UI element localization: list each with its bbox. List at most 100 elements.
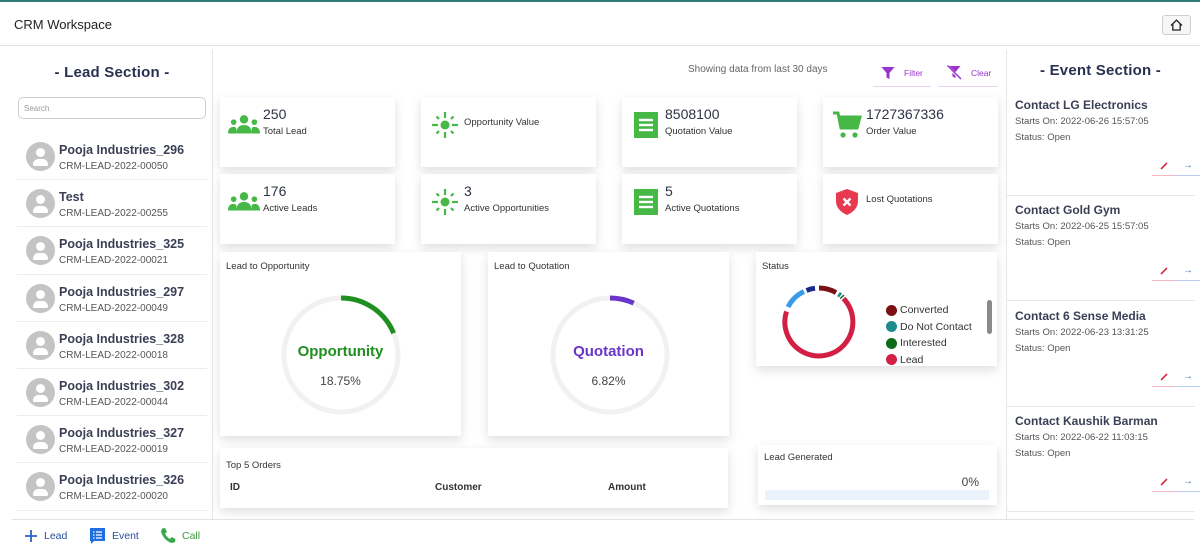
lead-list-item[interactable]: Pooja Industries_302 CRM-LEAD-2022-00044 [17,369,207,417]
lead-list-item[interactable]: Pooja Industries_327 CRM-LEAD-2022-00019 [17,416,207,464]
event-status: Status: Open [1015,343,1071,354]
call-label: Call [182,529,201,542]
lead-code: CRM-LEAD-2022-00049 [59,302,168,314]
ring-progress-arc [609,295,635,306]
lead-section-title: - Lead Section - [54,64,170,81]
event-section: - Event Section - Contact LG Electronics… [1006,50,1200,519]
pencil-icon [1160,372,1168,381]
sun-icon [429,109,461,141]
pencil-icon [1160,161,1168,170]
event-status: Status: Open [1015,132,1071,143]
event-start: Starts On: 2022-06-23 13:31:25 [1015,327,1149,338]
event-status: Status: Open [1015,448,1071,459]
open-event-button[interactable]: → [1176,156,1200,176]
lead-name: Pooja Industries_327 [59,426,185,441]
stat-card-active-leads[interactable]: 176 Active Leads [220,174,395,244]
pencil-icon [1160,477,1168,486]
stat-card-active-opportunities[interactable]: 3 Active Opportunities [421,174,596,244]
legend-item[interactable]: Interested [886,335,972,352]
avatar-icon [26,189,55,219]
lead-name: Test [59,190,84,205]
new-event-button[interactable]: Event [89,527,139,545]
phone-icon [161,528,176,543]
open-event-button[interactable]: → [1176,367,1200,387]
stat-label: Lost Quotations [866,194,933,205]
stat-card-lost-quotations[interactable]: Lost Quotations [823,174,998,244]
legend-label: Converted [900,304,949,317]
dashboard: Showing data from last 30 days Filter Cl… [214,50,1005,519]
bottom-action-bar: Lead Event Call [12,519,1194,550]
stat-card-total-lead[interactable]: 250 Total Lead [220,97,395,167]
event-name: Contact LG Electronics [1015,98,1148,112]
column-header-id: ID [230,482,240,493]
home-button[interactable] [1162,15,1191,35]
legend-scrollbar[interactable] [987,300,992,334]
shield-x-icon [831,186,863,218]
stat-card-active-quotations[interactable]: 5 Active Quotations [622,174,797,244]
lead-list-item[interactable]: Pooja Industries_297 CRM-LEAD-2022-00049 [17,275,207,322]
stat-label: Order Value [866,126,917,137]
filter-button[interactable]: Filter [873,59,931,87]
lead-code: CRM-LEAD-2022-00050 [59,161,168,172]
stat-card-order-value[interactable]: 1727367336 Order Value [823,97,998,167]
new-call-button[interactable]: Call [160,527,200,544]
lead-name: Pooja Industries_296 [59,143,185,157]
event-list-item[interactable]: Contact 6 Sense Media Starts On: 2022-06… [1007,301,1200,407]
legend-label: Do Not Contact [900,320,972,333]
event-start: Starts On: 2022-06-22 11:03:15 [1015,432,1148,443]
status-legend: Converted Do Not Contact Interested Lead [886,302,972,368]
stat-card-opportunity-value[interactable]: Opportunity Value [421,97,596,167]
legend-dot [886,321,897,333]
lead-list-item[interactable]: Pooja Industries_296 CRM-LEAD-2022-00050 [17,133,207,181]
status-donut-chart [782,285,856,359]
event-list-item[interactable]: Contact Kaushik Barman Starts On: 2022-0… [1007,406,1200,512]
lead-name: Pooja Industries_297 [59,284,185,299]
edit-event-button[interactable] [1152,261,1176,281]
status-card: Status Converted Do Not Contact Interest… [756,252,997,366]
ring-progress-arc [340,295,396,335]
stat-value: 1727367336 [866,106,944,122]
arrow-right-icon: → [1183,160,1193,171]
event-list-item[interactable]: Contact LG Electronics Starts On: 2022-0… [1007,90,1200,196]
lead-search-input[interactable] [18,97,206,119]
stat-value: 5 [665,183,673,199]
donut-segment-interested [839,294,845,300]
avatar-icon [26,472,55,502]
open-event-button[interactable]: → [1176,261,1200,281]
lead-list-item[interactable]: Pooja Industries_326 CRM-LEAD-2022-00020 [17,463,207,511]
edit-event-button[interactable] [1152,367,1176,387]
stat-value: 250 [263,106,287,122]
lead-code: CRM-LEAD-2022-00018 [59,349,168,361]
edit-event-button[interactable] [1152,156,1176,176]
receipt-icon [630,109,662,141]
legend-item[interactable]: Converted [886,302,972,319]
app-header: CRM Workspace [0,2,1200,46]
users-icon [228,186,260,218]
arrow-right-icon: → [1183,476,1193,487]
clear-filter-button[interactable]: Clear [938,59,998,87]
lead-list-item[interactable]: Test CRM-LEAD-2022-00255 [17,180,207,228]
legend-item[interactable]: Do Not Contact [886,319,972,336]
stat-card-quotation-value[interactable]: 8508100 Quotation Value [622,97,797,167]
lead-section: - Lead Section - Pooja Industries_296 CRM… [12,50,213,520]
lead-generated-percent: 0% [961,475,979,489]
open-event-button[interactable]: → [1176,472,1200,492]
new-lead-button[interactable]: Lead [24,529,67,543]
lead-to-quotation-card: Lead to Quotation Quotation 6.82% [488,252,729,436]
arrow-right-icon: → [1183,265,1193,276]
lead-code: CRM-LEAD-2022-00255 [59,208,168,220]
lead-list-item[interactable]: Pooja Industries_325 CRM-LEAD-2022-00021 [17,227,207,275]
event-list-item[interactable]: Contact Gold Gym Starts On: 2022-06-25 1… [1007,195,1200,301]
top-orders-card: Top 5 Orders ID Customer Amount [220,448,728,508]
cart-icon [831,109,863,141]
home-icon [1170,19,1183,31]
stat-value: 176 [263,183,287,199]
card-title: Status [762,261,789,272]
lead-code: CRM-LEAD-2022-00019 [59,444,168,456]
edit-event-button[interactable] [1152,472,1176,492]
card-title: Lead to Quotation [494,261,570,272]
lead-code: CRM-LEAD-2022-00044 [59,396,168,408]
lead-list-item[interactable]: Pooja Industries_328 CRM-LEAD-2022-00018 [17,322,207,369]
legend-item[interactable]: Lead [886,352,972,369]
event-name: Contact Gold Gym [1015,203,1121,217]
